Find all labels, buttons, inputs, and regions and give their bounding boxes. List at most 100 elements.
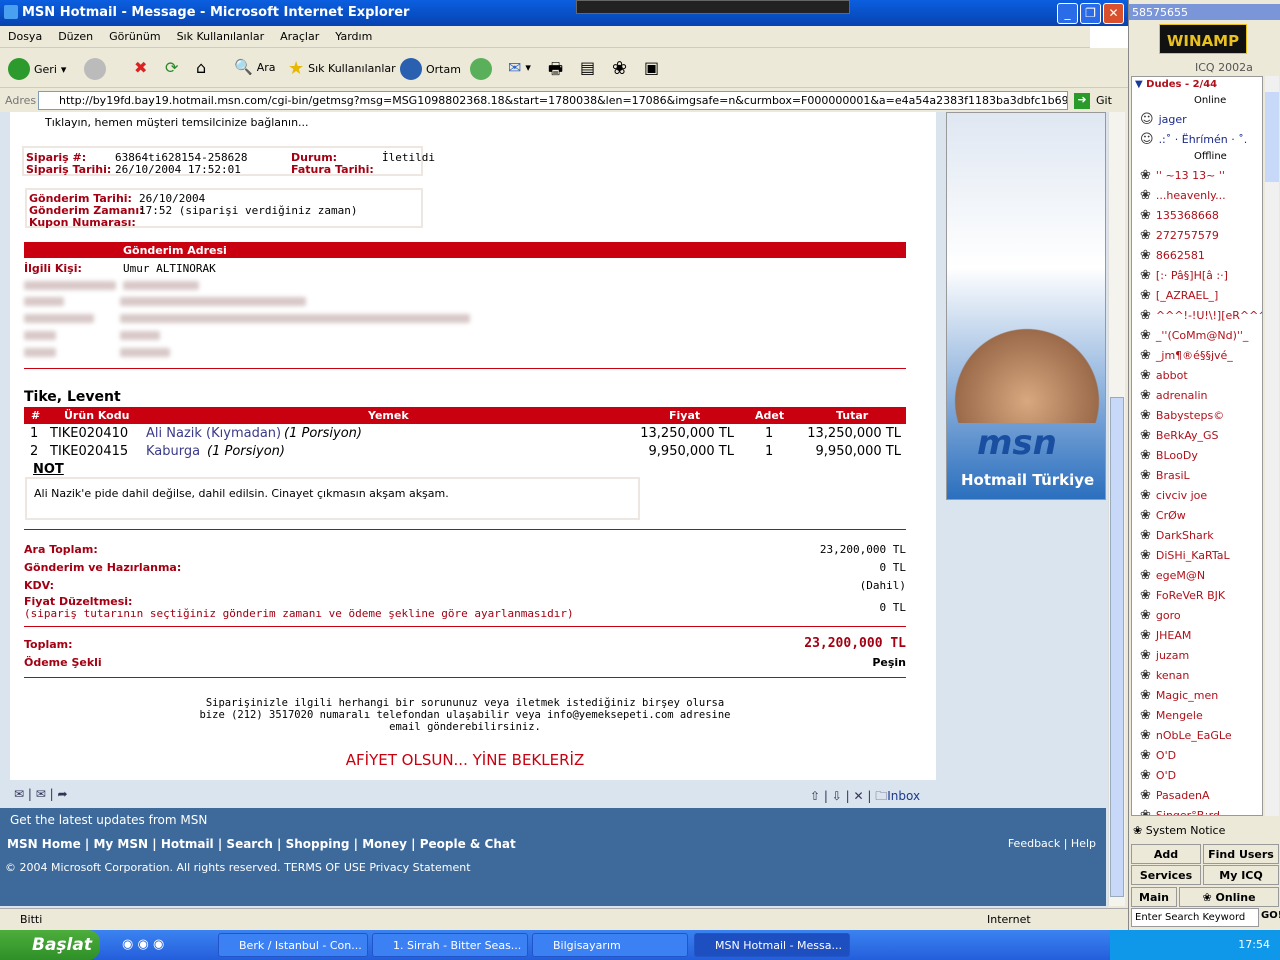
history-button[interactable] xyxy=(470,58,492,80)
go-button[interactable]: Git xyxy=(1096,94,1112,107)
contact-offline[interactable]: ❀ goro xyxy=(1140,608,1181,623)
link-search[interactable]: Search xyxy=(226,837,272,851)
contact-offline[interactable]: ❀ BeRkAy_GS xyxy=(1140,428,1219,443)
winamp-mini-bar[interactable] xyxy=(576,0,850,14)
menu-view[interactable]: Görünüm xyxy=(101,26,168,47)
contact-offline[interactable]: ❀ BLooDy xyxy=(1140,448,1198,463)
link-my-msn[interactable]: My MSN xyxy=(93,837,148,851)
group-header[interactable]: ▼ Dudes - 2/44 xyxy=(1135,79,1217,90)
stop-button[interactable]: ✖ xyxy=(134,58,147,77)
contact-offline[interactable]: ❀ FoReVeR BJK xyxy=(1140,588,1225,603)
icq-toolbar-button[interactable]: ❀ xyxy=(612,58,627,79)
link-hotmail[interactable]: Hotmail xyxy=(161,837,214,851)
maximize-button[interactable]: ❐ xyxy=(1080,3,1101,24)
inbox-link[interactable]: Inbox xyxy=(887,789,920,803)
main-button[interactable]: Main xyxy=(1131,887,1177,907)
refresh-button[interactable]: ⟳ xyxy=(165,58,178,77)
contact-offline[interactable]: ❀ ^^^!-!U!\!][eR^^^ xyxy=(1140,308,1262,323)
contact-offline[interactable]: ❀ civciv joe xyxy=(1140,488,1207,503)
task-button[interactable]: Berk / Istanbul - Con... xyxy=(218,933,368,957)
contact-offline[interactable]: ❀ Magic_men xyxy=(1140,688,1218,703)
mail-button[interactable]: ✉ ▾ xyxy=(508,58,531,77)
status-button[interactable]: ❀ Online xyxy=(1179,887,1279,907)
link-msn-home[interactable]: MSN Home xyxy=(7,837,81,851)
contact-offline[interactable]: ❀ nObLe_EaGLe xyxy=(1140,728,1232,743)
contact-offline[interactable]: ❀ ...heavenly... xyxy=(1140,188,1226,203)
go-arrow-icon[interactable]: ➜ xyxy=(1074,93,1090,109)
winamp-toolbar-button[interactable]: ▣ xyxy=(644,58,659,77)
add-button[interactable]: Add xyxy=(1131,844,1201,864)
contact-offline[interactable]: ❀ 8662581 xyxy=(1140,248,1205,263)
contact-offline[interactable]: ❀ _''(CoMm@Nd)''_ xyxy=(1140,328,1248,343)
menu-edit[interactable]: Düzen xyxy=(50,26,101,47)
start-button[interactable]: Başlat xyxy=(0,930,100,960)
scroll-thumb[interactable] xyxy=(1110,397,1124,897)
row-food-link[interactable]: Kaburga xyxy=(146,444,200,459)
delete-icon[interactable]: ✕ xyxy=(853,789,863,803)
contact-offline[interactable]: ❀ adrenalin xyxy=(1140,388,1207,403)
contact-online[interactable]: ☺ jager xyxy=(1140,112,1187,127)
home-button[interactable]: ⌂ xyxy=(196,58,206,77)
contact-offline[interactable]: ❀ [_AZRAEL_] xyxy=(1140,288,1218,303)
quick-launch[interactable]: ◉ ◉ ◉ xyxy=(122,937,164,952)
services-button[interactable]: Services xyxy=(1131,865,1201,885)
contact-offline[interactable]: ❀ PasadenA xyxy=(1140,788,1210,803)
contact-offline[interactable]: ❀ BrasiL xyxy=(1140,468,1190,483)
prev-icon[interactable]: ⇧ xyxy=(810,789,820,803)
link-money[interactable]: Money xyxy=(362,837,407,851)
back-button[interactable]: Geri ▾ xyxy=(8,58,66,80)
contact-offline[interactable]: ❀ abbot xyxy=(1140,368,1188,383)
contact-offline[interactable]: ❀ Babysteps© xyxy=(1140,408,1224,423)
link-shopping[interactable]: Shopping xyxy=(286,837,350,851)
edit-button[interactable]: ▤ xyxy=(580,58,595,77)
contact-offline[interactable]: ❀ CrØw xyxy=(1140,508,1186,523)
task-button[interactable]: Bilgisayarım xyxy=(532,933,688,957)
contact-offline[interactable]: ❀ _jm¶®é§§jvé_ xyxy=(1140,348,1233,363)
contact-offline[interactable]: ❀ O'D xyxy=(1140,748,1176,763)
contact-offline[interactable]: ❀ '' ~13 13~ '' xyxy=(1140,168,1225,183)
search-button[interactable]: 🔍 Ara xyxy=(234,58,275,76)
help-link[interactable]: Help xyxy=(1071,837,1096,850)
find-users-button[interactable]: Find Users xyxy=(1203,844,1279,864)
vertical-scrollbar[interactable] xyxy=(1108,112,1125,906)
terms-link[interactable]: TERMS OF USE xyxy=(284,861,366,874)
contact-offline[interactable]: ❀ DiSHi_KaRTaL xyxy=(1140,548,1230,563)
row-food-link[interactable]: Ali Nazik (Kıymadan) xyxy=(146,426,281,441)
system-notice[interactable]: ❀ System Notice xyxy=(1133,824,1225,837)
forward-button[interactable] xyxy=(84,58,106,80)
minimize-button[interactable]: _ xyxy=(1057,3,1078,24)
address-input[interactable]: http://by19fd.bay19.hotmail.msn.com/cgi-… xyxy=(38,91,1068,110)
contact-offline[interactable]: ❀ Singer°B¡rd xyxy=(1140,808,1220,815)
customer-service-link[interactable]: Tıklayın, hemen müşteri temsilcinize bağ… xyxy=(45,116,309,129)
contact-offline[interactable]: ❀ juzam xyxy=(1140,648,1189,663)
task-button[interactable]: 1. Sirrah - Bitter Seas... xyxy=(372,933,528,957)
icq-search-go[interactable]: GO! xyxy=(1261,910,1280,921)
feedback-link[interactable]: Feedback xyxy=(1008,837,1060,850)
reply-icons[interactable]: ✉ | ✉ | ➦ xyxy=(14,787,68,801)
contact-offline[interactable]: ❀ 135368668 xyxy=(1140,208,1219,223)
link-people-chat[interactable]: People & Chat xyxy=(420,837,516,851)
print-button[interactable]: 🖶 xyxy=(548,58,563,85)
contact-offline[interactable]: ❀ [:· Pâ§]H[â :·] xyxy=(1140,268,1228,283)
contact-online[interactable]: ☺ .:˚ · Ëhrímén · ˚. xyxy=(1140,132,1247,147)
privacy-link[interactable]: Privacy Statement xyxy=(369,861,470,874)
contact-offline[interactable]: ❀ Mengele xyxy=(1140,708,1203,723)
menu-help[interactable]: Yardım xyxy=(327,26,380,47)
contact-scrollbar[interactable] xyxy=(1265,76,1279,816)
menu-tools[interactable]: Araçlar xyxy=(272,26,327,47)
contact-offline[interactable]: ❀ egeM@N xyxy=(1140,568,1205,583)
msn-ad-banner[interactable]: msn Hotmail Türkiye xyxy=(946,112,1106,500)
contact-offline[interactable]: ❀ 272757579 xyxy=(1140,228,1219,243)
media-button[interactable]: Ortam xyxy=(400,58,461,80)
contact-offline[interactable]: ❀ kenan xyxy=(1140,668,1189,683)
task-button-active[interactable]: MSN Hotmail - Messa... xyxy=(694,933,850,957)
menu-favorites[interactable]: Sık Kullanılanlar xyxy=(169,26,273,47)
menu-file[interactable]: Dosya xyxy=(0,26,50,47)
favorites-button[interactable]: ★ Sık Kullanılanlar xyxy=(288,58,396,79)
contact-offline[interactable]: ❀ JHEAM xyxy=(1140,628,1191,643)
close-button[interactable]: ✕ xyxy=(1103,3,1124,24)
my-icq-button[interactable]: My ICQ xyxy=(1203,865,1279,885)
next-icon[interactable]: ⇩ xyxy=(832,789,842,803)
icq-search-input[interactable]: Enter Search Keyword xyxy=(1131,908,1259,927)
contact-offline[interactable]: ❀ O'D xyxy=(1140,768,1176,783)
